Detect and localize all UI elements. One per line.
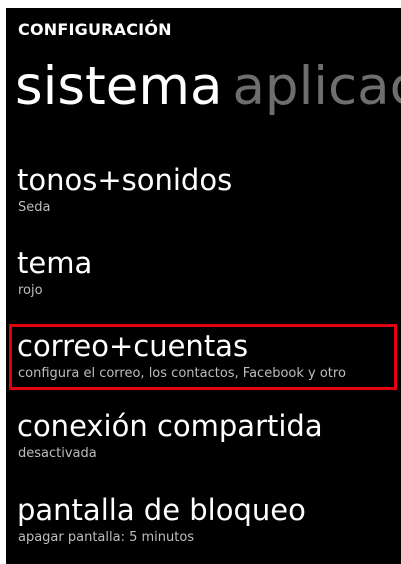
settings-item-title: conexión compartida	[17, 409, 323, 443]
settings-item-correo-cuentas[interactable]: correo+cuentas configura el correo, los …	[6, 328, 401, 396]
settings-item-subtitle: configura el correo, los contactos, Face…	[18, 366, 346, 381]
settings-item-title: tema	[17, 246, 93, 280]
settings-item-subtitle: apagar pantalla: 5 minutos	[18, 530, 195, 545]
settings-item-tonos-sonidos[interactable]: tonos+sonidos Seda	[6, 162, 401, 230]
settings-item-title: tonos+sonidos	[17, 163, 233, 197]
pivot-header: sistema aplicac	[15, 55, 401, 119]
app-title: CONFIGURACIÓN	[18, 20, 172, 39]
settings-item-subtitle: Seda	[18, 200, 51, 215]
settings-item-subtitle: desactivada	[18, 446, 97, 461]
settings-item-title: pantalla de bloqueo	[17, 493, 306, 527]
settings-item-tema[interactable]: tema rojo	[6, 245, 401, 313]
pivot-tab-aplicaciones[interactable]: aplicac	[232, 56, 401, 117]
settings-screen: CONFIGURACIÓN sistema aplicac tonos+sonid…	[6, 8, 401, 564]
settings-item-title: correo+cuentas	[17, 329, 249, 363]
settings-item-pantalla-bloqueo[interactable]: pantalla de bloqueo apagar pantalla: 5 m…	[6, 492, 401, 560]
pivot-tab-sistema[interactable]: sistema	[15, 56, 222, 117]
settings-item-conexion-compartida[interactable]: conexión compartida desactivada	[6, 408, 401, 476]
settings-item-subtitle: rojo	[18, 283, 43, 298]
